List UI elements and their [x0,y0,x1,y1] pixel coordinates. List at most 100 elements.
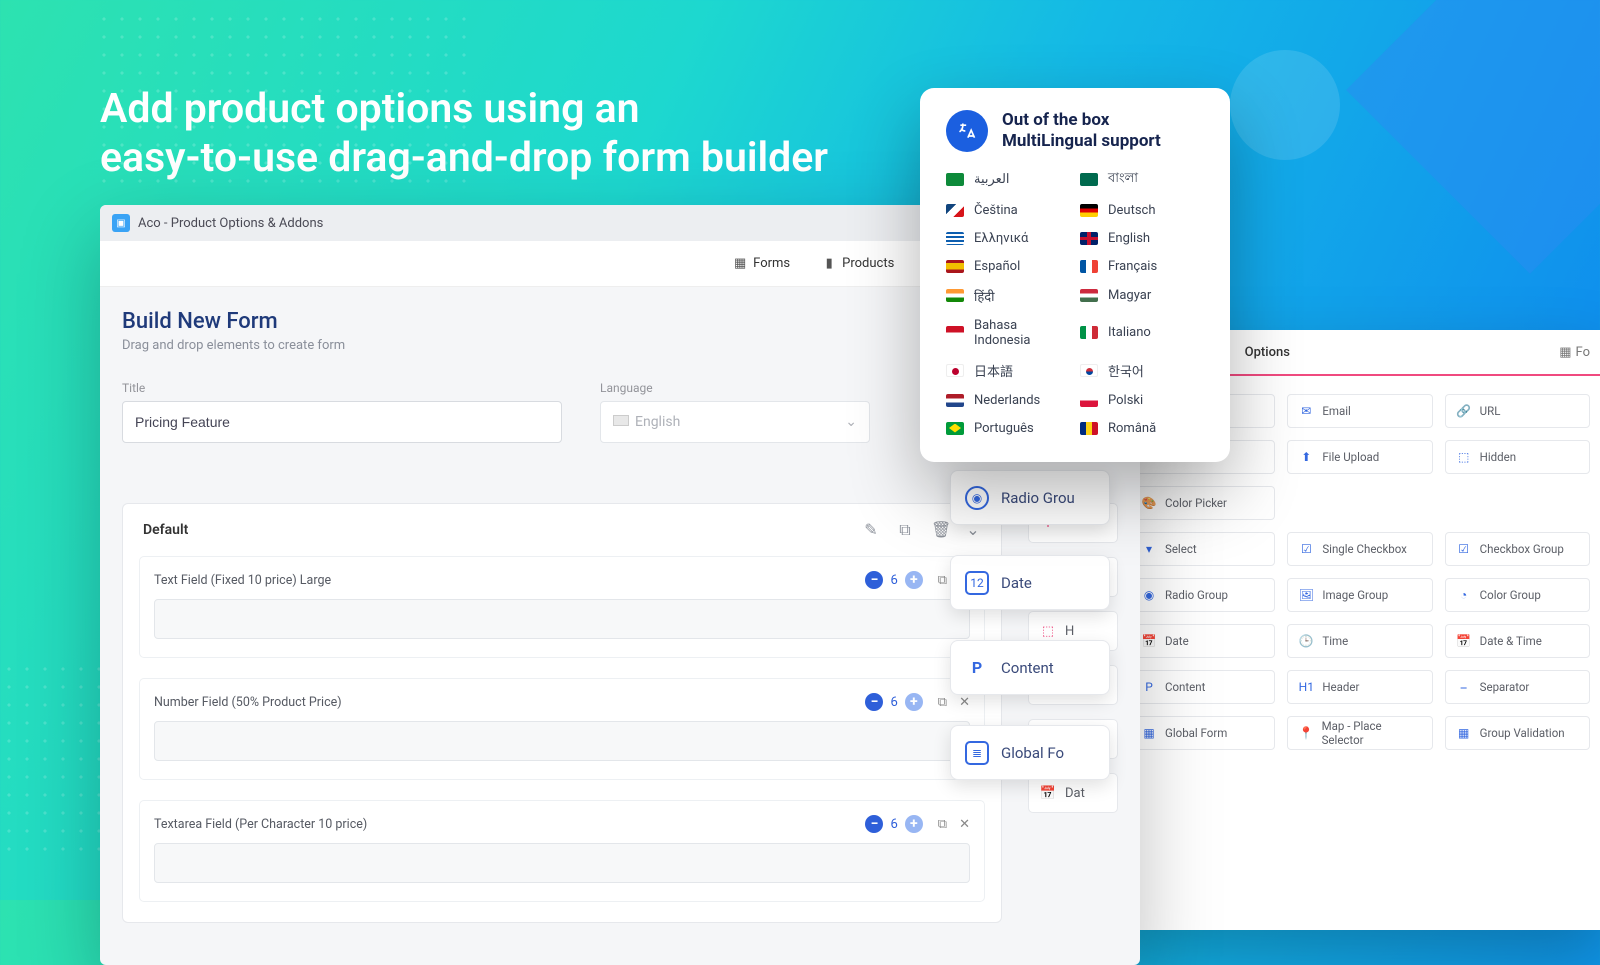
field-card[interactable]: Text Field (Fixed 10 price) Large − 6 + … [139,556,985,658]
float-date[interactable]: 12 Date [950,555,1110,610]
option-icon: 🕒 [1298,634,1314,648]
option-icon: ⎯ [1456,680,1472,695]
options-tab-label[interactable]: Options [1245,345,1290,360]
options-corner: ▦ Fo [1559,345,1590,360]
float-content[interactable]: P Content [950,640,1110,695]
option-select[interactable]: ▾ Select [1130,532,1275,566]
field-count: 6 [888,695,899,710]
lang-name: Italiano [1108,325,1151,340]
lang-item[interactable]: 한국어 [1080,361,1204,380]
calendar-icon: 12 [965,571,989,595]
form-title-input[interactable] [122,401,562,443]
lang-item[interactable]: Ελληνικά [946,231,1070,246]
field-label: Text Field (Fixed 10 price) Large [154,573,331,588]
lang-item[interactable]: Deutsch [1080,203,1204,218]
field-card[interactable]: Textarea Field (Per Character 10 price) … [139,800,985,902]
option-email[interactable]: ✉ Email [1287,394,1432,428]
lang-item[interactable]: Română [1080,421,1204,436]
lang-item[interactable]: Français [1080,259,1204,274]
float-global-form[interactable]: ≣ Global Fo [950,725,1110,780]
float-stack: ◉ Radio Grou 12 Date P Content ≣ Global … [950,470,1110,780]
increment-icon[interactable]: + [905,571,923,589]
lang-item[interactable]: Bahasa Indonesia [946,318,1070,348]
copy-icon[interactable]: ⧉ [938,695,947,710]
field-card[interactable]: Number Field (50% Product Price) − 6 + ⧉… [139,678,985,780]
close-icon[interactable]: ✕ [959,817,970,832]
decrement-icon[interactable]: − [865,693,883,711]
option-hidden[interactable]: ⬚ Hidden [1445,440,1590,474]
lang-item[interactable]: Español [946,259,1070,274]
option-label: Group Validation [1480,726,1565,740]
lang-item[interactable]: বাংলা [1080,169,1204,190]
option-color-picker[interactable]: 🎨 Color Picker [1130,486,1275,520]
decrement-icon[interactable]: − [865,815,883,833]
flag-icon [1080,422,1098,435]
option-color-group[interactable]: ◔ Color Group [1445,578,1590,612]
lang-name: Português [974,421,1034,436]
option-group-validation[interactable]: ▦ Group Validation [1445,716,1590,750]
lang-item[interactable]: Português [946,421,1070,436]
flag-icon [1080,289,1098,302]
lang-item[interactable]: 日本語 [946,361,1070,380]
option-time[interactable]: 🕒 Time [1287,624,1432,658]
option-label: Header [1322,680,1359,694]
option-icon: ▾ [1141,542,1157,556]
option-icon: 📅 [1456,634,1472,648]
page-title: Build New Form [122,309,345,334]
lang-name: Magyar [1108,288,1151,303]
field-input-preview [154,721,970,761]
lang-name: Nederlands [974,393,1040,408]
nav-products[interactable]: ▮Products [822,256,894,271]
copy-icon[interactable]: ⧉ [897,520,913,540]
lang-item[interactable]: Italiano [1080,318,1204,348]
page-subtitle: Drag and drop elements to create form [122,338,345,353]
option-content[interactable]: P Content [1130,670,1275,704]
lang-name: العربية [974,172,1010,187]
palette-icon: 📅 [1039,786,1057,801]
option-label: Hidden [1480,450,1516,464]
flag-icon [946,204,964,217]
lang-item[interactable]: Polski [1080,393,1204,408]
lang-item[interactable]: Čeština [946,203,1070,218]
increment-icon[interactable]: + [905,693,923,711]
flag-icon [946,394,964,407]
lang-item[interactable]: Magyar [1080,287,1204,305]
lang-name: Čeština [974,203,1018,218]
lang-item[interactable]: العربية [946,169,1070,190]
lang-item[interactable]: English [1080,231,1204,246]
language-select[interactable]: English ⌄ [600,401,870,443]
nav-forms[interactable]: ▦Forms [733,256,790,271]
option-radio-group[interactable]: ◉ Radio Group [1130,578,1275,612]
option-image-group[interactable]: 🖼 Image Group [1287,578,1432,612]
trash-icon[interactable]: 🗑 [931,520,947,540]
lang-item[interactable]: हिंदी [946,287,1070,305]
option-separator[interactable]: ⎯ Separator [1445,670,1590,704]
lang-item[interactable]: Nederlands [946,393,1070,408]
option-icon: 🎨 [1141,496,1157,510]
title-label: Title [122,381,564,395]
copy-icon[interactable]: ⧉ [938,817,947,832]
option-global-form[interactable]: ▦ Global Form [1130,716,1275,750]
edit-icon[interactable]: ✎ [863,520,879,540]
option-label: Map - Place Selector [1322,719,1422,747]
option-checkbox-group[interactable]: ☑ Checkbox Group [1445,532,1590,566]
option-single-checkbox[interactable]: ☑ Single Checkbox [1287,532,1432,566]
option-file-upload[interactable]: ⬆ File Upload [1287,440,1432,474]
form-icon: ≣ [965,741,989,765]
increment-icon[interactable]: + [905,815,923,833]
flag-icon [1080,204,1098,217]
option-icon: 🔗 [1456,404,1472,418]
copy-icon[interactable]: ⧉ [938,573,947,588]
float-radio-group[interactable]: ◉ Radio Grou [950,470,1110,525]
option-icon: ◔ [1456,588,1472,602]
decrement-icon[interactable]: − [865,571,883,589]
option-label: Radio Group [1165,588,1228,602]
multilingual-popup: Out of the box MultiLingual support العر… [920,88,1230,462]
option-header[interactable]: H1 Header [1287,670,1432,704]
option-url[interactable]: 🔗 URL [1445,394,1590,428]
option-date[interactable]: 📅 Date [1130,624,1275,658]
decor-diamond [1346,0,1600,274]
option-map-place-selector[interactable]: 📍 Map - Place Selector [1287,716,1432,750]
option-label: Email [1322,404,1350,418]
option-date-time[interactable]: 📅 Date & Time [1445,624,1590,658]
